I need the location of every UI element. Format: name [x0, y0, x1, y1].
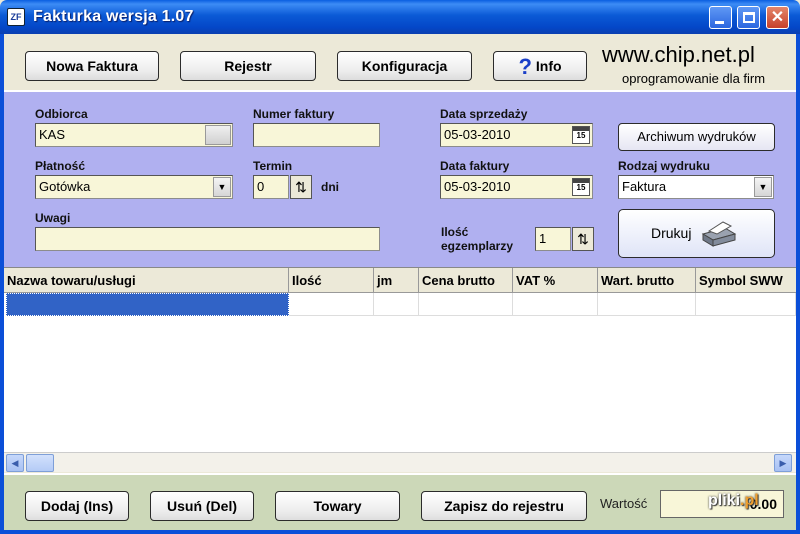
print-type-label: Rodzaj wydruku [618, 159, 711, 173]
minimize-icon [715, 21, 724, 24]
maximize-icon [743, 12, 755, 23]
column-header[interactable]: Nazwa towaru/usługi [4, 268, 289, 293]
calendar-icon[interactable]: 15 [572, 126, 590, 144]
copies-label-line2: egzemplarzy [441, 239, 514, 253]
printer-icon [701, 221, 737, 247]
brand-subtitle: oprogramowanie dla firm [622, 71, 766, 86]
column-header[interactable]: Ilość [289, 268, 374, 293]
save-to-register-button[interactable]: Zapisz do rejestru [421, 491, 587, 521]
notes-label: Uwagi [35, 211, 71, 225]
print-type-select[interactable]: Faktura ▼ [618, 175, 774, 199]
table-cell[interactable] [374, 293, 419, 316]
term-field[interactable]: 0 [253, 175, 289, 199]
chevron-down-icon[interactable]: ▼ [213, 177, 231, 197]
table-row[interactable] [4, 293, 796, 316]
archive-button[interactable]: Archiwum wydruków [618, 123, 775, 151]
chevron-down-icon[interactable]: ▼ [754, 177, 772, 197]
print-type-value: Faktura [622, 179, 667, 194]
close-button[interactable]: ✕ [766, 6, 789, 29]
term-label: Termin [253, 159, 293, 173]
column-header[interactable]: VAT % [513, 268, 598, 293]
recipient-value: KAS [39, 127, 66, 142]
brand-url: www.chip.net.pl [602, 42, 755, 67]
sale-date-label: Data sprzedaży [440, 107, 528, 121]
info-button[interactable]: ? Info [493, 51, 587, 81]
term-spin-icon[interactable]: ⇅ [290, 175, 312, 199]
horizontal-scrollbar[interactable]: ◀ ▶ [4, 452, 796, 472]
register-button[interactable]: Rejestr [180, 51, 316, 81]
new-invoice-button[interactable]: Nowa Faktura [25, 51, 159, 81]
sale-date-value: 05-03-2010 [444, 127, 511, 142]
invoice-date-value: 05-03-2010 [444, 179, 511, 194]
column-header[interactable]: jm [374, 268, 419, 293]
info-button-label: Info [535, 58, 562, 74]
grid-header: Nazwa towaru/usługi Ilość jm Cena brutto… [4, 268, 796, 293]
table-cell[interactable] [598, 293, 696, 316]
value-label: Wartość [600, 496, 648, 511]
app-icon: ZF [7, 8, 25, 26]
copies-label: Ilość egzemplarzy [441, 225, 513, 253]
question-icon: ? [518, 54, 532, 79]
table-cell[interactable] [289, 293, 374, 316]
recipient-label: Odbiorca [35, 107, 88, 121]
window-title: Fakturka wersja 1.07 [33, 8, 194, 25]
add-item-button[interactable]: Dodaj (Ins) [25, 491, 129, 521]
payment-label: Płatność [35, 159, 86, 173]
invoice-number-label: Numer faktury [253, 107, 335, 121]
recipient-picker-button[interactable] [205, 125, 231, 145]
watermark-suffix: .pl [740, 492, 759, 509]
sale-date-field[interactable]: 05-03-2010 15 [440, 123, 593, 147]
table-cell[interactable] [696, 293, 796, 316]
copies-field[interactable]: 1 [535, 227, 571, 251]
bottom-bar: Dodaj (Ins) Usuń (Del) Towary Zapisz do … [4, 473, 796, 530]
scroll-right-icon[interactable]: ▶ [774, 454, 792, 472]
scroll-thumb[interactable] [26, 454, 54, 472]
table-cell[interactable] [419, 293, 513, 316]
term-unit: dni [321, 180, 339, 194]
goods-button[interactable]: Towary [275, 491, 400, 521]
invoice-date-field[interactable]: 05-03-2010 15 [440, 175, 593, 199]
scroll-left-icon[interactable]: ◀ [6, 454, 24, 472]
copies-label-line1: Ilość [441, 225, 469, 239]
notes-field[interactable] [35, 227, 380, 251]
items-grid[interactable]: Nazwa towaru/usługi Ilość jm Cena brutto… [4, 268, 796, 452]
payment-select[interactable]: Gotówka ▼ [35, 175, 233, 199]
print-button-label: Drukuj [651, 225, 692, 241]
payment-value: Gotówka [39, 179, 91, 194]
close-icon: ✕ [770, 9, 785, 26]
watermark-logo: pliki.pl [708, 492, 759, 510]
table-cell[interactable] [513, 293, 598, 316]
calendar-icon[interactable]: 15 [572, 178, 590, 196]
invoice-number-field[interactable] [253, 123, 380, 147]
copies-spin-icon[interactable]: ⇅ [572, 227, 594, 251]
column-header[interactable]: Symbol SWW [696, 268, 796, 293]
print-button[interactable]: Drukuj [618, 209, 775, 258]
remove-item-button[interactable]: Usuń (Del) [150, 491, 254, 521]
column-header[interactable]: Cena brutto [419, 268, 513, 293]
invoice-date-label: Data faktury [440, 159, 510, 173]
watermark-text: pliki [708, 492, 741, 509]
table-cell[interactable] [6, 293, 289, 316]
title-bar: ZF Fakturka wersja 1.07 ✕ [0, 0, 800, 34]
column-header[interactable]: Wart. brutto [598, 268, 696, 293]
recipient-field[interactable]: KAS [35, 123, 233, 147]
maximize-button[interactable] [737, 6, 760, 29]
configuration-button[interactable]: Konfiguracja [337, 51, 472, 81]
minimize-button[interactable] [709, 6, 732, 29]
